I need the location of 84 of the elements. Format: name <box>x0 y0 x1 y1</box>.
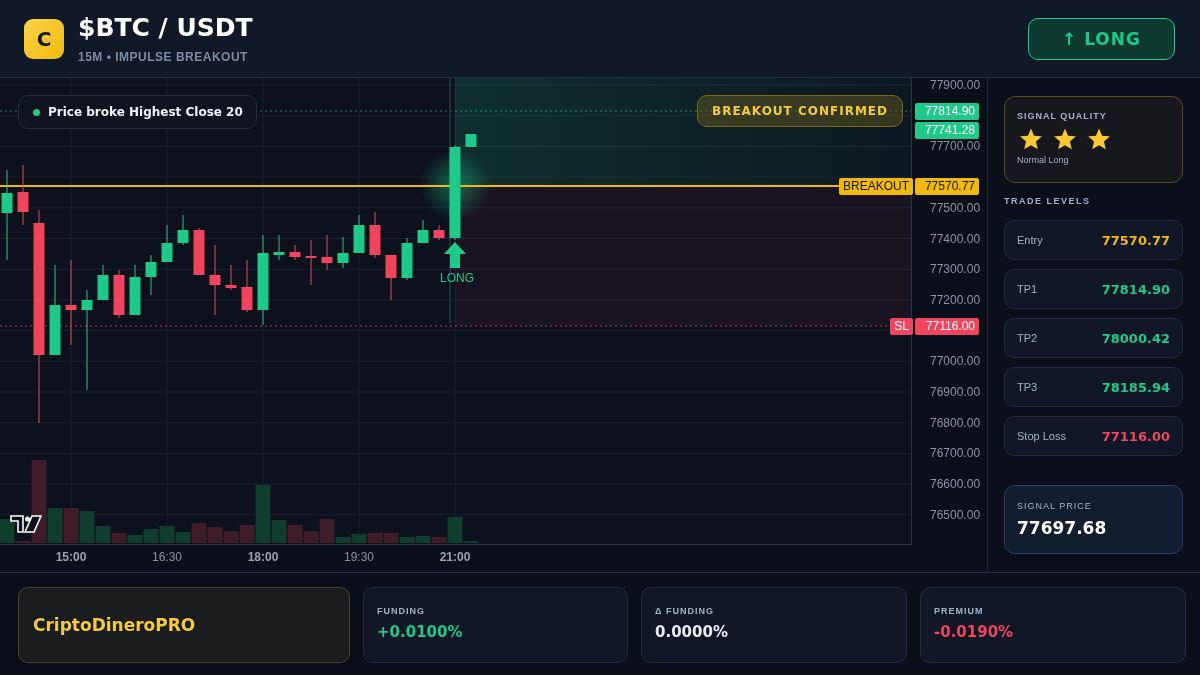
candle <box>193 227 205 276</box>
star-icon <box>1017 125 1045 153</box>
candle <box>209 244 221 316</box>
level-value: 77570.77 <box>1101 232 1170 248</box>
price-tag: 77814.90 <box>915 103 979 120</box>
time-label: 16:30 <box>152 550 182 564</box>
candle <box>97 264 109 301</box>
metric-value: +0.0100% <box>377 623 464 641</box>
candle <box>433 224 445 241</box>
signal-price-label: SIGNAL PRICE <box>1017 501 1093 511</box>
level-value: 77116.00 <box>1101 428 1170 444</box>
pair-title: $BTC / USDT <box>78 13 254 42</box>
price-tag: 77741.28 <box>915 122 979 139</box>
signal-label: LONG <box>440 271 474 285</box>
candle <box>417 219 429 244</box>
candle <box>17 164 29 226</box>
price-label: 77700.00 <box>930 140 981 153</box>
price-tag: 77116.00 <box>915 318 979 335</box>
level-value: 78185.94 <box>1101 379 1170 395</box>
level-label: Stop Loss <box>1017 430 1066 442</box>
candle <box>241 259 253 313</box>
time-label: 19:30 <box>344 550 374 564</box>
section-title: TRADE LEVELS <box>1004 196 1092 206</box>
metric-label: Δ FUNDING <box>655 606 715 616</box>
candle <box>353 214 365 254</box>
time-label: 21:00 <box>439 550 471 564</box>
price-label: 77300.00 <box>930 263 981 276</box>
time-label: 18:00 <box>247 550 279 564</box>
volume-bar <box>367 533 383 543</box>
candle <box>289 244 301 261</box>
brand-name: CriptoDineroPRO <box>33 615 196 635</box>
price-label: 76700.00 <box>930 447 981 460</box>
level-tag: SL <box>890 318 913 335</box>
price-label: 76900.00 <box>930 386 981 398</box>
metric-value: -0.0190% <box>934 623 1015 641</box>
long-arrow-icon <box>444 242 466 268</box>
price-label: 76500.00 <box>930 508 981 521</box>
metric-value: 0.0000% <box>655 623 729 641</box>
candle <box>305 239 317 286</box>
price-label: 77400.00 <box>930 232 981 245</box>
star-icon <box>1051 125 1079 153</box>
volume-bar <box>63 508 79 543</box>
note-text: Price broke Highest Close 20 <box>48 105 243 119</box>
candle <box>369 211 381 259</box>
candle <box>465 133 477 148</box>
volume-bar <box>207 527 223 543</box>
metric-label: PREMIUM <box>934 606 985 616</box>
level-tag: BREAKOUT <box>839 178 913 195</box>
level-value: 78000.42 <box>1101 330 1170 346</box>
price-label: 77000.00 <box>930 355 981 368</box>
level-label: TP1 <box>1017 283 1038 295</box>
price-label: 76600.00 <box>930 478 981 491</box>
price-label: 76800.00 <box>930 416 981 429</box>
price-label: 77900.00 <box>930 79 981 91</box>
price-tag: 77570.77 <box>915 178 979 195</box>
level-label: TP2 <box>1017 332 1038 344</box>
price-label: 77500.00 <box>930 201 981 214</box>
candle <box>145 254 157 296</box>
star-icon <box>1085 125 1113 153</box>
status-dot <box>33 108 40 116</box>
candle <box>385 254 397 301</box>
card-title: SIGNAL QUALITY <box>1017 111 1108 121</box>
candle <box>161 224 173 263</box>
level-value: 77814.90 <box>1101 281 1170 297</box>
candle <box>401 237 413 281</box>
candle <box>273 234 285 261</box>
app-logo: C <box>24 18 64 59</box>
signal-price-value: 77697.68 <box>1017 518 1108 538</box>
time-label: 15:00 <box>55 550 87 564</box>
strategy-subtitle: 15M • IMPULSE BREAKOUT <box>78 49 249 64</box>
price-label: 77200.00 <box>930 293 981 306</box>
level-label: Entry <box>1017 234 1043 246</box>
metric-label: FUNDING <box>377 606 426 616</box>
breakout-badge: BREAKOUT CONFIRMED <box>697 95 903 127</box>
quality-caption: Normal Long <box>1017 155 1070 165</box>
long-button[interactable]: ↑ LONG <box>1028 17 1175 60</box>
chart-logo-icon <box>10 515 42 533</box>
candle <box>225 264 237 291</box>
candle <box>129 264 141 316</box>
candle <box>177 214 189 246</box>
candle <box>321 234 333 271</box>
candle <box>113 269 125 319</box>
level-label: TP3 <box>1017 381 1038 393</box>
candle <box>337 236 349 269</box>
